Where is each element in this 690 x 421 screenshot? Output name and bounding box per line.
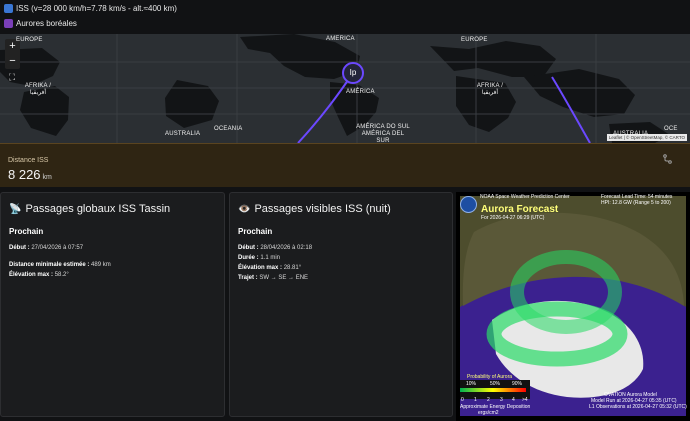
aurora-scale-2: 2 bbox=[487, 397, 490, 403]
satellite-icon: 📡 bbox=[9, 203, 22, 215]
aurora-color-scale bbox=[460, 388, 526, 392]
global-start-value: 27/04/2026 à 07:57 bbox=[31, 245, 84, 251]
satellite-icon bbox=[4, 4, 13, 13]
visible-passes-card: 👁️ Passages visibles ISS (nuit) Prochain… bbox=[229, 192, 453, 417]
global-distance-label: Distance minimale estimée : bbox=[9, 262, 90, 268]
map-label-afrika-right: AFRIKA / أفريقيا bbox=[476, 83, 504, 96]
iss-layer-label: ISS (v=28 000 km/h=7.78 km/s - alt.≈400 … bbox=[16, 4, 177, 13]
aurora-scale-0: 0 bbox=[461, 397, 464, 403]
aurora-scale-1: 1 bbox=[474, 397, 477, 403]
visible-duration-value: 1.1 min bbox=[260, 255, 281, 261]
visible-elevation-value: 28.81° bbox=[283, 265, 302, 271]
aurora-probability-title: Probability of Aurora bbox=[467, 374, 513, 380]
aurora-scale-3: 3 bbox=[500, 397, 503, 403]
aurora-layer-row[interactable]: Aurores boréales bbox=[4, 19, 77, 28]
visible-passes-subtitle: Prochain bbox=[238, 227, 273, 236]
aurora-scale-gt4: >4 bbox=[522, 397, 528, 403]
aurora-scale-4: 4 bbox=[512, 397, 515, 403]
aurora-icon bbox=[4, 19, 13, 28]
aurora-forecast-card[interactable]: NOAA Space Weather Prediction Center For… bbox=[456, 192, 690, 421]
map-label-america-center: AMÉRICA bbox=[346, 89, 375, 95]
global-elevation-line: Élévation max : 58.2° bbox=[9, 272, 69, 278]
global-passes-title-text: Passages globaux ISS Tassin bbox=[25, 203, 171, 215]
distance-panel: Distance ISS 8 226 km bbox=[0, 143, 690, 187]
visible-trajectory-line: Trajet : SW → SE → ENE bbox=[238, 275, 308, 281]
global-start-line: Début : 27/04/2026 à 07:57 bbox=[9, 245, 83, 251]
aurora-title: Aurora Forecast bbox=[481, 204, 559, 215]
global-passes-title: 📡 Passages globaux ISS Tassin bbox=[9, 203, 170, 215]
header: ISS (v=28 000 km/h=7.78 km/s - alt.≈400 … bbox=[0, 0, 690, 36]
aurora-l1-observations: L1 Observations at 2026-04-27 05:32 (UTC… bbox=[589, 404, 687, 410]
visible-elevation-label: Élévation max : bbox=[238, 265, 283, 271]
global-elevation-value: 58.2° bbox=[54, 272, 69, 278]
map-label-europe-right: EUROPE bbox=[461, 37, 488, 43]
global-elevation-label: Élévation max : bbox=[9, 272, 54, 278]
global-distance-value: 489 km bbox=[91, 262, 111, 268]
map-label-america: AMERICA bbox=[326, 36, 355, 42]
map-label-oceania: OCEANIA bbox=[214, 126, 243, 132]
global-distance-line: Distance minimale estimée : 489 km bbox=[9, 262, 111, 268]
fullscreen-button[interactable]: ⛶ bbox=[6, 71, 18, 83]
visible-duration-line: Durée : 1.1 min bbox=[238, 255, 280, 261]
route-icon[interactable] bbox=[663, 154, 672, 164]
aurora-energy-unit: ergs/cm2 bbox=[478, 410, 499, 416]
visible-start-value: 28/04/2026 à 02:18 bbox=[260, 245, 313, 251]
visible-start-label: Début : bbox=[238, 245, 259, 251]
iss-position-marker[interactable]: Ip bbox=[342, 62, 364, 84]
map-label-oce-right: OCE bbox=[664, 126, 678, 132]
map-label-australia-left: AUSTRALIA bbox=[165, 131, 201, 137]
visible-passes-title: 👁️ Passages visibles ISS (nuit) bbox=[238, 203, 391, 215]
distance-unit: km bbox=[42, 174, 52, 181]
map-label-europe-left: EUROPE bbox=[16, 37, 43, 43]
distance-value: 8 226 km bbox=[8, 167, 52, 182]
aurora-prob-90: 90% bbox=[512, 381, 523, 387]
iss-layer-row[interactable]: ISS (v=28 000 km/h=7.78 km/s - alt.≈400 … bbox=[4, 4, 177, 13]
visible-elevation-line: Élévation max : 28.81° bbox=[238, 265, 301, 271]
world-map[interactable]: + − ⛶ EUROPE AMERICA EUROPE AFRIKA / أفر… bbox=[0, 34, 690, 143]
distance-label: Distance ISS bbox=[8, 157, 49, 164]
distance-number: 8 226 bbox=[8, 167, 41, 182]
noaa-logo bbox=[460, 196, 477, 213]
eye-icon: 👁️ bbox=[238, 203, 251, 215]
map-canvas bbox=[0, 34, 690, 143]
aurora-hpi: HPI: 12.8 GW (Range 5 to 200) bbox=[601, 200, 671, 206]
aurora-layer-label: Aurores boréales bbox=[16, 19, 77, 28]
aurora-prob-50: 50% bbox=[490, 381, 501, 387]
zoom-out-button[interactable]: − bbox=[5, 54, 20, 69]
map-attribution[interactable]: Leaflet | © OpenStreetMap, © CARTO bbox=[606, 134, 687, 141]
map-label-afrika-left: AFRIKA / أفريقيا bbox=[24, 83, 52, 96]
map-label-south-america: AMÉRICA DO SUL AMÉRICA DEL SUR bbox=[356, 124, 410, 143]
global-start-label: Début : bbox=[9, 245, 30, 251]
visible-trajectory-value: SW → SE → ENE bbox=[259, 275, 309, 281]
visible-duration-label: Durée : bbox=[238, 255, 259, 261]
global-passes-subtitle: Prochain bbox=[9, 227, 44, 236]
aurora-prob-10: 10% bbox=[466, 381, 477, 387]
visible-trajectory-label: Trajet : bbox=[238, 275, 258, 281]
global-passes-card: 📡 Passages globaux ISS Tassin Prochain D… bbox=[0, 192, 225, 417]
aurora-for-time: For 2026-04-27 06:29 (UTC) bbox=[481, 215, 545, 221]
aurora-center: NOAA Space Weather Prediction Center bbox=[480, 194, 570, 200]
visible-start-line: Début : 28/04/2026 à 02:18 bbox=[238, 245, 312, 251]
visible-passes-title-text: Passages visibles ISS (nuit) bbox=[254, 203, 391, 215]
